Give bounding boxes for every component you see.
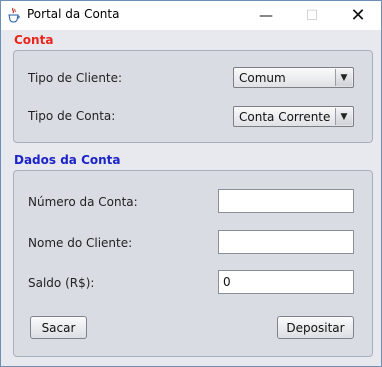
chevron-down-icon[interactable]: ▼ <box>335 69 352 86</box>
minimize-icon[interactable]: — <box>243 1 289 30</box>
tipo-conta-select[interactable]: Conta Corrente ▼ <box>233 106 354 127</box>
close-icon[interactable]: ✕ <box>335 1 381 30</box>
dados-heading: Dados da Conta <box>14 153 121 167</box>
dados-panel: Número da Conta: Nome do Cliente: Saldo … <box>13 170 373 357</box>
tipo-conta-value: Conta Corrente <box>239 110 331 124</box>
saldo-label: Saldo (R$): <box>28 276 95 290</box>
tipo-cliente-select[interactable]: Comum ▼ <box>233 67 354 88</box>
title-bar[interactable]: Portal da Conta — ☐ ✕ <box>1 1 381 30</box>
nome-cliente-label: Nome do Cliente: <box>28 236 133 250</box>
app-window: Portal da Conta — ☐ ✕ Conta Tipo de Clie… <box>0 0 382 367</box>
conta-panel: Tipo de Cliente: Comum ▼ Tipo de Conta: … <box>13 50 373 143</box>
sacar-button[interactable]: Sacar <box>30 316 87 339</box>
saldo-input[interactable] <box>218 270 354 294</box>
main-content: Conta Tipo de Cliente: Comum ▼ Tipo de C… <box>1 30 381 366</box>
depositar-button[interactable]: Depositar <box>277 316 354 339</box>
java-cup-icon <box>7 7 21 23</box>
tipo-cliente-label: Tipo de Cliente: <box>28 71 123 85</box>
numero-conta-input[interactable] <box>218 189 354 213</box>
conta-heading: Conta <box>14 33 54 47</box>
chevron-down-icon[interactable]: ▼ <box>335 108 352 125</box>
nome-cliente-input[interactable] <box>218 230 354 254</box>
numero-conta-label: Número da Conta: <box>28 195 138 209</box>
window-title: Portal da Conta <box>27 7 120 21</box>
tipo-conta-label: Tipo de Conta: <box>28 109 116 123</box>
maximize-icon[interactable]: ☐ <box>289 1 335 30</box>
tipo-cliente-value: Comum <box>239 71 286 85</box>
